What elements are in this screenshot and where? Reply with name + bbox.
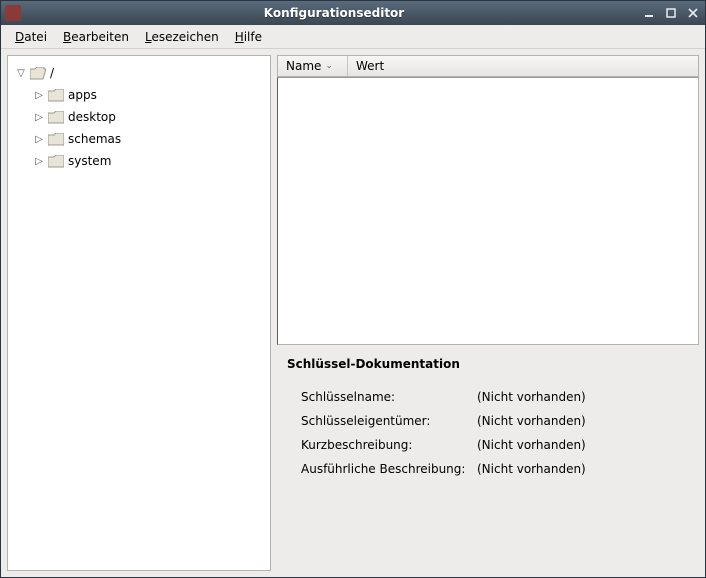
folder-icon — [48, 155, 64, 168]
close-button[interactable] — [685, 6, 701, 20]
content-area: ▽ / ▷ apps ▷ desktop ▷ — [1, 49, 705, 577]
chevron-down-icon[interactable]: ▽ — [16, 68, 26, 79]
doc-table: Schlüsselname: (Nicht vorhanden) Schlüss… — [301, 385, 689, 481]
tree-item-label: desktop — [68, 110, 116, 124]
doc-row-keyowner: Schlüsseleigentümer: (Nicht vorhanden) — [301, 409, 689, 433]
doc-row-longdesc: Ausführliche Beschreibung: (Nicht vorhan… — [301, 457, 689, 481]
chevron-right-icon[interactable]: ▷ — [34, 134, 44, 145]
chevron-right-icon[interactable]: ▷ — [34, 156, 44, 167]
window-controls — [641, 6, 701, 20]
doc-keyowner-label: Schlüsseleigentümer: — [301, 409, 477, 433]
doc-shortdesc-label: Kurzbeschreibung: — [301, 433, 477, 457]
column-header-name-label: Name — [286, 59, 321, 73]
menu-bookmarks[interactable]: Lesezeichen — [137, 28, 227, 46]
tree-item-label: system — [68, 154, 111, 168]
tree-item-schemas[interactable]: ▷ schemas — [12, 128, 266, 150]
column-header-name[interactable]: Name ⌄ — [278, 56, 348, 76]
folder-icon — [48, 89, 64, 102]
tree-item-desktop[interactable]: ▷ desktop — [12, 106, 266, 128]
doc-row-keyname: Schlüsselname: (Nicht vorhanden) — [301, 385, 689, 409]
folder-open-icon — [30, 67, 46, 80]
tree-root-label: / — [50, 66, 54, 80]
doc-row-shortdesc: Kurzbeschreibung: (Nicht vorhanden) — [301, 433, 689, 457]
tree-item-label: schemas — [68, 132, 121, 146]
doc-longdesc-label: Ausführliche Beschreibung: — [301, 457, 477, 481]
doc-keyowner-value: (Nicht vorhanden) — [477, 409, 586, 433]
tree-item-apps[interactable]: ▷ apps — [12, 84, 266, 106]
minimize-button[interactable] — [641, 6, 657, 20]
chevron-right-icon[interactable]: ▷ — [34, 90, 44, 101]
doc-keyname-label: Schlüsselname: — [301, 385, 477, 409]
window-title: Konfigurationseditor — [27, 6, 641, 20]
menu-edit-rest: earbeiten — [71, 30, 129, 44]
list-header: Name ⌄ Wert — [277, 55, 699, 77]
menu-edit[interactable]: Bearbeiten — [55, 28, 137, 46]
folder-icon — [48, 111, 64, 124]
menu-file-rest: atei — [24, 30, 47, 44]
chevron-right-icon[interactable]: ▷ — [34, 112, 44, 123]
sort-indicator-icon: ⌄ — [325, 61, 333, 71]
close-icon — [688, 8, 698, 18]
menu-help[interactable]: Hilfe — [227, 28, 270, 46]
maximize-button[interactable] — [663, 6, 679, 20]
column-header-value-label: Wert — [356, 59, 384, 73]
tree-root-row[interactable]: ▽ / — [12, 62, 266, 84]
menubar: Datei Bearbeiten Lesezeichen Hilfe — [1, 25, 705, 49]
tree-item-system[interactable]: ▷ system — [12, 150, 266, 172]
doc-keyname-value: (Nicht vorhanden) — [477, 385, 586, 409]
menu-file[interactable]: Datei — [7, 28, 55, 46]
menu-help-rest: ilfe — [244, 30, 262, 44]
right-pane: Name ⌄ Wert Schlüssel-Dokumentation Schl… — [277, 55, 699, 571]
maximize-icon — [666, 8, 676, 18]
doc-heading: Schlüssel-Dokumentation — [287, 357, 689, 371]
tree-item-label: apps — [68, 88, 97, 102]
folder-icon — [48, 133, 64, 146]
doc-shortdesc-value: (Nicht vorhanden) — [477, 433, 586, 457]
titlebar[interactable]: Konfigurationseditor — [1, 1, 705, 25]
app-icon — [5, 5, 21, 21]
doc-longdesc-value: (Nicht vorhanden) — [477, 457, 586, 481]
menu-bookmarks-rest: esezeichen — [151, 30, 218, 44]
tree-pane[interactable]: ▽ / ▷ apps ▷ desktop ▷ — [7, 55, 271, 571]
key-documentation-pane: Schlüssel-Dokumentation Schlüsselname: (… — [277, 345, 699, 571]
minimize-icon — [644, 8, 654, 18]
list-body[interactable] — [277, 77, 699, 345]
column-header-value[interactable]: Wert — [348, 56, 392, 76]
window: Konfigurationseditor Datei Bearbeiten Le… — [0, 0, 706, 578]
